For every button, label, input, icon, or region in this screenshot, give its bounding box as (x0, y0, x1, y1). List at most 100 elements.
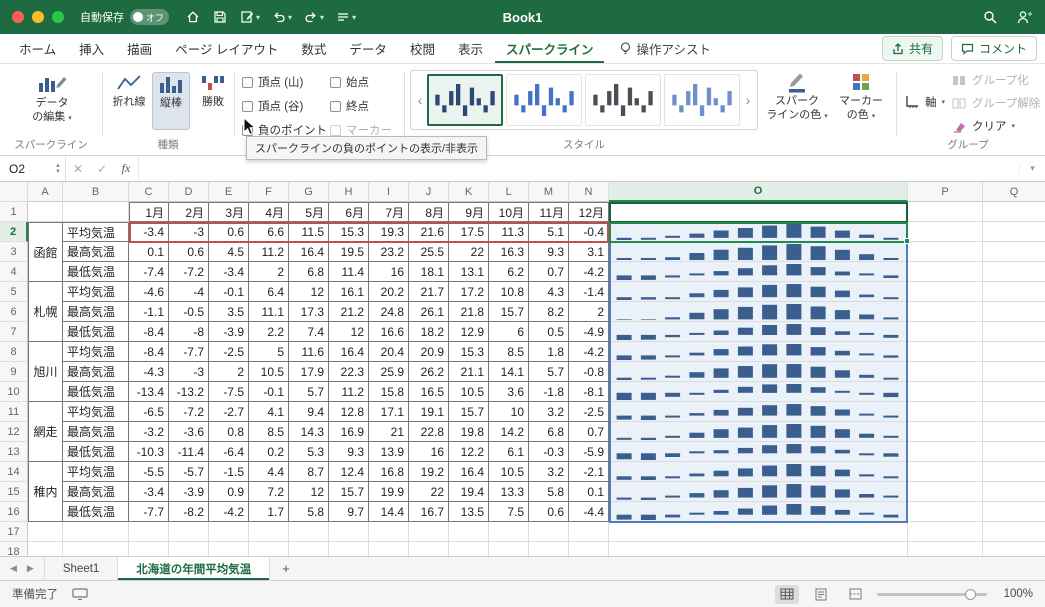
cell-L16[interactable]: 7.5 (489, 502, 529, 522)
cell-Q8[interactable] (983, 342, 1045, 362)
cell-E2[interactable]: 0.6 (209, 222, 249, 242)
display-settings-icon[interactable] (72, 587, 88, 601)
cell-H14[interactable]: 12.4 (329, 462, 369, 482)
cell-L15[interactable]: 13.3 (489, 482, 529, 502)
cell-P2[interactable] (908, 222, 983, 242)
cell-Q16[interactable] (983, 502, 1045, 522)
cell-Q11[interactable] (983, 402, 1045, 422)
cell-L5[interactable]: 10.8 (489, 282, 529, 302)
cell-M3[interactable]: 9.3 (529, 242, 569, 262)
row-header-2[interactable]: 2 (0, 222, 28, 242)
share-button[interactable]: 共有 (881, 36, 943, 61)
cell-P18[interactable] (908, 542, 983, 556)
cell-J13[interactable]: 16 (409, 442, 449, 462)
column-header-P[interactable]: P (908, 182, 983, 202)
cell-B6[interactable]: 最高気温 (63, 302, 129, 322)
cell-A17[interactable] (28, 522, 63, 542)
cell-B4[interactable]: 最低気温 (63, 262, 129, 282)
cell-M17[interactable] (529, 522, 569, 542)
checkbox-high-point[interactable]: 頂点 (山) (242, 74, 303, 90)
cell-E8[interactable]: -2.5 (209, 342, 249, 362)
cell-J3[interactable]: 25.5 (409, 242, 449, 262)
cell-F9[interactable]: 10.5 (249, 362, 289, 382)
cell-P17[interactable] (908, 522, 983, 542)
ribbon-tab-4[interactable]: ページ レイアウト (164, 34, 289, 63)
cell-H16[interactable]: 9.7 (329, 502, 369, 522)
cell-E7[interactable]: -3.9 (209, 322, 249, 342)
cell-G18[interactable] (289, 542, 329, 556)
cell-E16[interactable]: -4.2 (209, 502, 249, 522)
cell-N15[interactable]: 0.1 (569, 482, 609, 502)
cancel-icon[interactable]: ✕ (66, 162, 90, 176)
row-header-7[interactable]: 7 (0, 322, 28, 342)
city-cell-網走[interactable]: 網走 (28, 402, 63, 462)
cell-M1[interactable]: 11月 (529, 202, 569, 222)
cell-H9[interactable]: 22.3 (329, 362, 369, 382)
cell-D5[interactable]: -4 (169, 282, 209, 302)
sparkline-cell-O10[interactable] (609, 382, 908, 402)
sparkline-cell-O8[interactable] (609, 342, 908, 362)
cell-H3[interactable]: 19.5 (329, 242, 369, 262)
cell-A18[interactable] (28, 542, 63, 556)
cell-F4[interactable]: 2 (249, 262, 289, 282)
cell-L18[interactable] (489, 542, 529, 556)
cell-I5[interactable]: 20.2 (369, 282, 409, 302)
cell-L17[interactable] (489, 522, 529, 542)
cell-K6[interactable]: 21.8 (449, 302, 489, 322)
cell-B9[interactable]: 最高気温 (63, 362, 129, 382)
cell-O17[interactable] (609, 522, 908, 542)
row-header-18[interactable]: 18 (0, 542, 28, 556)
cell-E12[interactable]: 0.8 (209, 422, 249, 442)
cell-K12[interactable]: 19.8 (449, 422, 489, 442)
cell-C9[interactable]: -4.3 (129, 362, 169, 382)
cell-H1[interactable]: 6月 (329, 202, 369, 222)
cell-J11[interactable]: 19.1 (409, 402, 449, 422)
cell-M14[interactable]: 3.2 (529, 462, 569, 482)
cell-M2[interactable]: 5.1 (529, 222, 569, 242)
search-icon[interactable] (982, 9, 999, 26)
cell-M12[interactable]: 6.8 (529, 422, 569, 442)
cell-I6[interactable]: 24.8 (369, 302, 409, 322)
cell-I15[interactable]: 19.9 (369, 482, 409, 502)
cell-O1[interactable] (609, 202, 908, 222)
cell-F18[interactable] (249, 542, 289, 556)
cell-N7[interactable]: -4.9 (569, 322, 609, 342)
cell-J17[interactable] (409, 522, 449, 542)
quick-edit-icon[interactable]: ▾ (239, 9, 260, 25)
cell-G4[interactable]: 6.8 (289, 262, 329, 282)
cell-D1[interactable]: 2月 (169, 202, 209, 222)
cell-K5[interactable]: 17.2 (449, 282, 489, 302)
sparkline-cell-O2[interactable] (609, 222, 908, 242)
cell-C16[interactable]: -7.7 (129, 502, 169, 522)
cell-L11[interactable]: 10 (489, 402, 529, 422)
cell-Q3[interactable] (983, 242, 1045, 262)
cell-D3[interactable]: 0.6 (169, 242, 209, 262)
comments-button[interactable]: コメント (950, 36, 1037, 61)
cell-H8[interactable]: 16.4 (329, 342, 369, 362)
cell-C15[interactable]: -3.4 (129, 482, 169, 502)
row-header-5[interactable]: 5 (0, 282, 28, 302)
cell-L4[interactable]: 6.2 (489, 262, 529, 282)
cell-C17[interactable] (129, 522, 169, 542)
column-header-B[interactable]: B (63, 182, 129, 202)
cell-I2[interactable]: 19.3 (369, 222, 409, 242)
cell-K10[interactable]: 10.5 (449, 382, 489, 402)
cell-N17[interactable] (569, 522, 609, 542)
cell-I4[interactable]: 16 (369, 262, 409, 282)
cell-J10[interactable]: 16.5 (409, 382, 449, 402)
edit-data-button[interactable]: データ の編集 ▾ (14, 71, 90, 125)
row-header-17[interactable]: 17 (0, 522, 28, 542)
cell-L14[interactable]: 10.5 (489, 462, 529, 482)
cell-J2[interactable]: 21.6 (409, 222, 449, 242)
page-layout-view-icon[interactable] (809, 585, 833, 604)
cell-D8[interactable]: -7.7 (169, 342, 209, 362)
cell-M13[interactable]: -0.3 (529, 442, 569, 462)
cell-J14[interactable]: 19.2 (409, 462, 449, 482)
cell-G5[interactable]: 12 (289, 282, 329, 302)
city-cell-札幌[interactable]: 札幌 (28, 282, 63, 342)
cell-F10[interactable]: -0.1 (249, 382, 289, 402)
cell-N14[interactable]: -2.1 (569, 462, 609, 482)
column-header-I[interactable]: I (369, 182, 409, 202)
row-header-16[interactable]: 16 (0, 502, 28, 522)
cell-E6[interactable]: 3.5 (209, 302, 249, 322)
